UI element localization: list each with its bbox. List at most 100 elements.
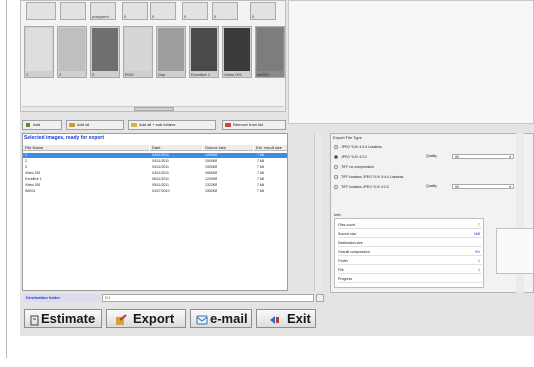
radio-button[interactable] — [334, 175, 338, 179]
info-row: File 1 — [338, 267, 482, 274]
thumbnail-horizontal-scrollbar[interactable] — [22, 106, 284, 111]
thumbnail-top-5[interactable]: 0 — [182, 2, 208, 20]
quality-label-2: Quality — [426, 184, 437, 188]
add-button[interactable]: Add — [22, 120, 62, 130]
thumbnail-caption: Video 001 — [224, 72, 242, 77]
thumbnail-item[interactable]: IMG01 — [255, 26, 285, 78]
table-cell: 1960KB — [205, 189, 218, 193]
destination-folder-field[interactable]: C:\ — [102, 294, 314, 302]
info-label: Files count — [338, 223, 355, 227]
table-cell: 7 kB — [257, 153, 265, 157]
export-label: Export — [133, 311, 175, 326]
thumbnail-caption: Day — [158, 72, 166, 77]
scrollbar-thumb[interactable] — [134, 107, 174, 111]
folder-icon — [131, 122, 137, 128]
info-label: Folder — [338, 259, 348, 263]
thumbnail-caption: 2 — [59, 72, 62, 77]
thumbnail-item[interactable]: 3 — [90, 26, 120, 78]
image-preview-area — [288, 0, 534, 124]
table-cell: 7 kB — [257, 165, 265, 169]
thumbnail-item[interactable]: 2 — [57, 26, 87, 78]
thumbnail-item[interactable]: Day — [156, 26, 186, 78]
column-header-date[interactable]: Date — [150, 145, 202, 151]
quality-label: Quality — [426, 154, 437, 158]
column-header-source-size[interactable]: Source size — [203, 145, 253, 151]
thumbnail-top-7[interactable]: 0 — [250, 2, 276, 20]
estimate-button[interactable]: Estimate — [24, 309, 102, 328]
table-cell: 7 kB — [257, 171, 265, 175]
exit-button[interactable]: Exit — [256, 309, 316, 328]
column-header-file-name[interactable]: File Name — [23, 145, 149, 151]
table-cell: 04/11/2011 — [152, 159, 169, 163]
email-icon — [196, 313, 208, 330]
thumbnail-top-4[interactable]: 0 — [150, 2, 176, 20]
thumbnail-top-2[interactable]: pospperd — [90, 2, 116, 20]
radio-button[interactable] — [334, 165, 338, 169]
thumbnail-top-1[interactable] — [60, 2, 86, 20]
add-all-button[interactable]: Add all — [66, 120, 124, 130]
info-value: 7 — [478, 223, 480, 227]
column-header-est-size[interactable]: Est. result size — [254, 145, 287, 151]
thumbnail-caption: 1 — [26, 72, 29, 77]
radio-button[interactable] — [334, 155, 338, 159]
email-button[interactable]: e-mail — [190, 309, 252, 328]
table-row[interactable]: Excellive 1 05/11/2011 1200KB 7 kB — [23, 177, 287, 182]
email-label: e-mail — [210, 311, 248, 326]
thumbnail-top-3[interactable]: 0 — [122, 2, 148, 20]
table-cell: 1322KB — [205, 183, 218, 187]
browse-destination-button[interactable] — [316, 294, 324, 302]
thumbnail-item[interactable]: Excellive 1 — [189, 26, 219, 78]
thumbnail-top-6[interactable]: 0 — [212, 2, 238, 20]
table-cell: 04/11/2011 — [152, 153, 169, 157]
table-row[interactable]: Video 001 05/11/2011 1322KB 7 kB — [23, 183, 287, 188]
info-row: Progress — [338, 276, 482, 283]
chevron-down-icon: ▾ — [509, 185, 511, 189]
radio-button[interactable] — [334, 145, 338, 149]
remove-from-list-button[interactable]: Remove from list — [222, 120, 286, 130]
thumbnail-image — [257, 28, 283, 71]
thumbnail-item[interactable]: Video 001 — [222, 26, 252, 78]
table-cell: 1 — [25, 153, 27, 157]
table-row[interactable]: IMG01 04/27/2010 1960KB 7 kB — [23, 189, 287, 194]
quality-select-bottom[interactable]: 90 ▾ — [452, 184, 514, 189]
thumbnail-item[interactable]: 1 — [24, 26, 54, 78]
table-cell: 05/11/2011 — [152, 183, 169, 187]
thumbnail-top-caption: pospperd — [92, 14, 109, 19]
option-label: JPEG YUV 4:2:2 — [341, 155, 368, 159]
thumbnail-top-0[interactable] — [26, 2, 56, 20]
table-row[interactable]: 1 04/11/2011 1200KB 7 kB — [23, 153, 287, 158]
remove-icon — [225, 122, 231, 128]
add-label: Add — [33, 122, 41, 127]
table-cell: Excellive 1 — [25, 177, 42, 181]
thumbnail-top-caption: 0 — [152, 14, 155, 19]
table-cell: 1900KB — [205, 165, 218, 169]
radio-button[interactable] — [334, 185, 338, 189]
table-cell: 7 kB — [257, 177, 265, 181]
option-label: TIFF no compression — [341, 165, 375, 169]
table-cell: 05/11/2011 — [152, 177, 169, 181]
table-row[interactable]: Video 001 04/11/2011 4960KB 7 kB — [23, 171, 287, 176]
info-row: Destination size — [338, 240, 482, 247]
table-cell: Video 001 — [25, 171, 41, 175]
table-cell: 04/11/2011 — [152, 171, 169, 175]
estimate-icon — [30, 313, 40, 330]
info-label: Overall compression — [338, 250, 370, 254]
table-row[interactable]: 3 04/11/2011 1900KB 7 kB — [23, 165, 287, 170]
list-vertical-scrollbar[interactable] — [314, 133, 322, 291]
exit-icon — [268, 313, 280, 330]
export-button[interactable]: Export — [106, 309, 186, 328]
add-all-subfolders-button[interactable]: Add all + sub folders — [128, 120, 216, 130]
table-cell: Video 001 — [25, 183, 41, 187]
quality-value-2: 90 — [455, 185, 459, 189]
quality-select-top[interactable]: 90 ▾ — [452, 154, 514, 159]
option-label: TIFF lossless JPEG YUV 4:2:2 — [341, 185, 389, 189]
estimate-label: Estimate — [41, 311, 96, 326]
info-title: Info — [334, 212, 341, 217]
table-row[interactable]: 2 04/11/2011 1500KB 7 kB — [23, 159, 287, 164]
info-value: 1 — [478, 259, 480, 263]
add-all-icon — [69, 122, 75, 128]
side-preview-box — [496, 228, 534, 274]
table-cell: 1200KB — [205, 177, 218, 181]
thumbnail-item[interactable]: RGD — [123, 26, 153, 78]
thumbnail-top-caption: 0 — [184, 14, 187, 19]
